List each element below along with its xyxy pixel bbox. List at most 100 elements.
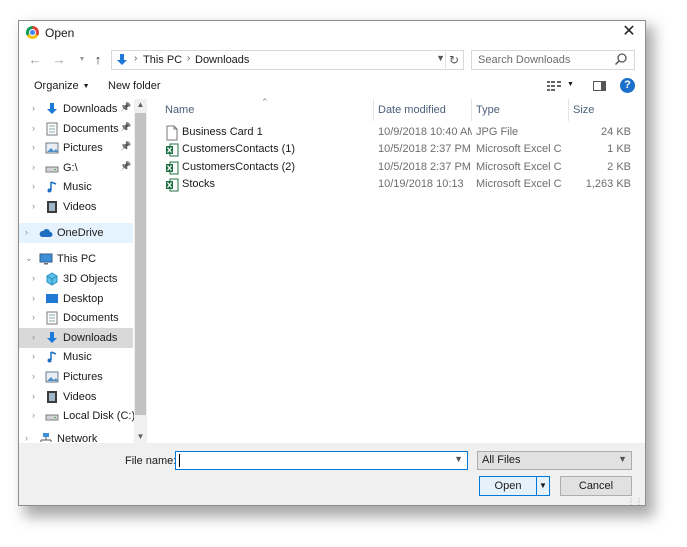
recent-locations-chevron-icon[interactable]: ▼ [74, 51, 90, 69]
chrome-icon [26, 26, 39, 39]
collapse-chevron-icon[interactable]: › [32, 162, 35, 172]
collapse-chevron-icon[interactable]: › [32, 181, 35, 191]
collapse-chevron-icon[interactable]: › [32, 293, 35, 303]
videos-icon [45, 390, 59, 404]
sidebar-item-label: OneDrive [57, 227, 104, 239]
organize-button[interactable]: Organize ▼ [34, 80, 90, 92]
sidebar-item-label: Local Disk (C:) [63, 410, 136, 422]
sidebar-item-pictures[interactable]: › Pictures 📌 [19, 138, 133, 158]
column-header-name[interactable]: Name [161, 99, 374, 121]
sidebar-item-desktop[interactable]: › Desktop [19, 289, 133, 309]
navigation-pane: › Downloads 📌 › Documents 📌 › Pictures 📌 › G:\ 📌 › Mu… [19, 99, 149, 443]
sidebar-item-music[interactable]: › Music [19, 177, 133, 197]
open-button[interactable]: Open ▼ [479, 476, 550, 496]
file-type: JPG File [476, 126, 519, 138]
sidebar-item-pictures[interactable]: › Pictures [19, 367, 133, 387]
file-type-select[interactable]: All Files ▼ [477, 451, 632, 470]
help-icon[interactable]: ? [620, 78, 635, 93]
back-arrow-icon[interactable]: ← [27, 51, 43, 69]
sidebar-item-label: 3D Objects [63, 273, 118, 285]
sidebar-item-label: Pictures [63, 371, 103, 383]
address-bar[interactable]: › This PC › Downloads ▼ ↻ [111, 50, 464, 70]
sidebar-item-network[interactable]: › Network [19, 429, 133, 443]
network-icon [39, 432, 53, 443]
breadcrumb-this-pc[interactable]: This PC [143, 54, 182, 66]
collapse-chevron-icon[interactable]: › [32, 142, 35, 152]
column-header-date-modified[interactable]: Date modified [374, 99, 472, 121]
resize-grip-icon[interactable]: ⋮⋮ [627, 498, 643, 506]
view-options-icon[interactable] [547, 80, 563, 92]
sidebar-item-onedrive[interactable]: › OneDrive [19, 223, 133, 243]
scroll-down-icon[interactable]: ▼ [134, 431, 147, 443]
search-placeholder: Search Downloads [478, 54, 571, 66]
collapse-chevron-icon[interactable]: › [32, 410, 35, 420]
sidebar-item-label: Downloads [63, 332, 118, 344]
cloud-icon [39, 226, 53, 240]
drive-icon [45, 161, 59, 175]
collapse-chevron-icon[interactable]: › [25, 433, 28, 443]
collapse-chevron-icon[interactable]: › [32, 273, 35, 283]
sidebar-item-label: Desktop [63, 293, 104, 305]
file-type: Microsoft Excel C... [476, 177, 562, 190]
refresh-icon[interactable]: ↻ [444, 52, 459, 68]
file-name-dropdown-icon[interactable]: ▼ [454, 454, 463, 464]
up-arrow-icon[interactable]: ↑ [90, 51, 106, 69]
breadcrumb-downloads[interactable]: Downloads [195, 54, 249, 66]
sidebar-item-videos[interactable]: › Videos [19, 197, 133, 217]
navigation-scrollbar[interactable]: ▲ ▼ [134, 99, 147, 443]
file-name-input[interactable]: ▼ [175, 451, 468, 470]
file-size: 1,263 KB [585, 177, 631, 190]
collapse-chevron-icon[interactable]: › [25, 227, 28, 237]
file-row[interactable]: Business Card 1 10/9/2018 10:40 AM JPG Fil… [161, 124, 633, 141]
sidebar-item-this-pc[interactable]: ⌄ This PC [19, 249, 133, 269]
sidebar-item-downloads[interactable]: › Downloads 📌 [19, 99, 133, 119]
collapse-chevron-icon[interactable]: › [32, 351, 35, 361]
collapse-chevron-icon[interactable]: › [32, 391, 35, 401]
scrollbar-thumb[interactable] [135, 113, 146, 415]
open-options-dropdown-icon[interactable]: ▼ [536, 477, 549, 495]
file-name-label: File name: [125, 455, 177, 467]
file-row[interactable]: Stocks 10/19/2018 10:13 Microsoft Excel C.… [161, 176, 633, 193]
preview-pane-icon[interactable] [593, 81, 606, 91]
file-type: Microsoft Excel C... [476, 160, 562, 173]
file-name: CustomersContacts (2) [182, 160, 296, 173]
sidebar-item-videos[interactable]: › Videos [19, 387, 133, 407]
forward-arrow-icon[interactable]: → [51, 51, 67, 69]
file-date-modified: 10/9/2018 10:40 AM [378, 126, 472, 138]
chevron-down-icon: ▼ [82, 83, 90, 90]
collapse-chevron-icon[interactable]: › [32, 312, 35, 322]
download-arrow-icon [45, 331, 59, 345]
view-options-chevron-icon[interactable]: ▼ [567, 81, 574, 88]
collapse-chevron-icon[interactable]: › [32, 123, 35, 133]
sidebar-item-label: Network [57, 433, 98, 443]
column-header-label: Name [165, 104, 195, 116]
sidebar-item-3d-objects[interactable]: › 3D Objects [19, 269, 133, 289]
collapse-chevron-icon[interactable]: › [32, 201, 35, 211]
scroll-up-icon[interactable]: ▲ [134, 99, 147, 111]
file-row[interactable]: CustomersContacts (1) 10/5/2018 2:37 PM Mi… [161, 141, 633, 158]
new-folder-button[interactable]: New folder [108, 80, 161, 92]
pin-icon: 📌 [120, 141, 132, 151]
sidebar-item-local-disk-c[interactable]: › Local Disk (C:) [19, 406, 136, 426]
close-button[interactable]: ✕ [619, 22, 639, 42]
sidebar-item-g[interactable]: › G:\ 📌 [19, 158, 133, 178]
collapse-chevron-icon[interactable]: › [32, 103, 35, 113]
column-header-size[interactable]: Size [569, 99, 633, 121]
column-header-type[interactable]: Type [472, 99, 569, 121]
collapse-chevron-icon[interactable]: › [32, 371, 35, 381]
pictures-icon [45, 370, 59, 384]
expand-chevron-icon[interactable]: ⌄ [25, 253, 33, 264]
sidebar-item-documents[interactable]: › Documents 📌 [19, 119, 133, 139]
cancel-button[interactable]: Cancel [560, 476, 632, 496]
sidebar-item-label: Videos [63, 201, 97, 213]
collapse-chevron-icon[interactable]: › [32, 332, 35, 342]
sidebar-item-music[interactable]: › Music [19, 347, 133, 367]
column-header-label: Size [573, 104, 595, 116]
text-cursor [179, 454, 180, 467]
sidebar-item-label: Documents [63, 312, 119, 324]
file-row[interactable]: CustomersContacts (2) 10/5/2018 2:37 PM Mi… [161, 159, 633, 176]
sidebar-item-documents[interactable]: › Documents [19, 308, 133, 328]
sidebar-item-downloads[interactable]: › Downloads [19, 328, 133, 348]
search-box[interactable]: Search Downloads [471, 50, 635, 70]
address-dropdown-icon[interactable]: ▼ [436, 53, 445, 63]
